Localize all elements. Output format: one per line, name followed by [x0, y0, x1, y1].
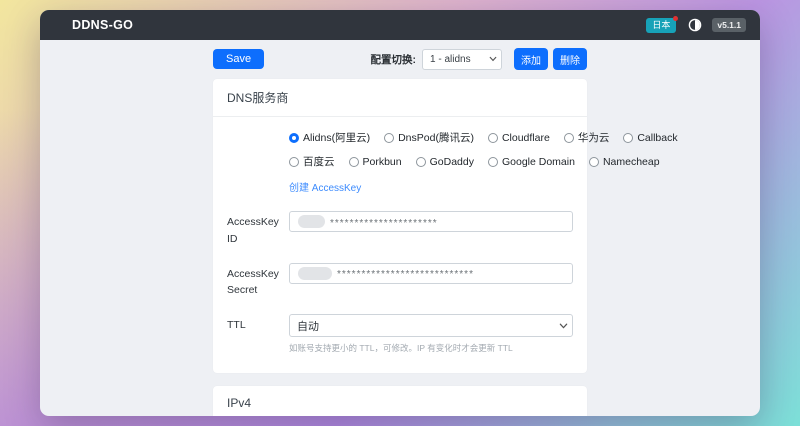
provider-radio-row-1: Alidns(阿里云) DnsPod(腾讯云) Cloudflare 华为云 C…: [289, 130, 678, 145]
config-switch-label: 配置切换:: [370, 53, 417, 66]
ipv4-card-title: IPv4: [213, 386, 587, 416]
radio-provider-godaddy[interactable]: GoDaddy: [415, 155, 474, 168]
titlebar: DDNS-GO 日本 v5.1.1: [40, 10, 760, 40]
app-title: DDNS-GO: [72, 18, 134, 32]
radio-label: 百度云: [303, 156, 335, 168]
radio-label: DnsPod(腾讯云): [398, 132, 474, 144]
contrast-icon: [689, 18, 702, 32]
radio-provider-huawei[interactable]: 华为云: [563, 130, 610, 145]
notification-dot-icon: [673, 15, 679, 21]
radio-label: Porkbun: [362, 155, 402, 168]
accesskey-secret-value: ****************************: [337, 269, 474, 281]
accesskey-id-value: **********************: [330, 217, 438, 229]
create-accesskey-link[interactable]: 创建 AccessKey: [289, 183, 361, 194]
chevron-down-icon: [489, 55, 497, 63]
theme-toggle-button[interactable]: [688, 18, 702, 32]
radio-icon: [563, 132, 574, 143]
accesskey-secret-input[interactable]: ****************************: [289, 262, 573, 284]
version-badge: v5.1.1: [712, 17, 746, 33]
accesskey-id-label: AccessKey ID: [227, 216, 279, 245]
provider-label-spacer: [227, 130, 289, 196]
radio-provider-dnspod[interactable]: DnsPod(腾讯云): [384, 130, 474, 145]
radio-label: Callback: [637, 131, 678, 144]
radio-provider-baidu[interactable]: 百度云: [289, 154, 335, 169]
language-badge[interactable]: 日本: [646, 15, 679, 33]
ttl-label: TTL: [227, 319, 246, 332]
radio-icon: [487, 132, 498, 143]
toolbar: Save 配置切换: 1 - alidns 添加 删除: [213, 48, 587, 70]
radio-icon: [415, 156, 426, 167]
delete-config-button[interactable]: 删除: [553, 48, 587, 70]
radio-label: Alidns(阿里云): [303, 132, 371, 144]
ipv4-card: IPv4 是否启用 ✓ 获取 IP 方式: [213, 386, 587, 416]
chevron-down-icon: [559, 321, 568, 330]
main-content: Save 配置切换: 1 - alidns 添加 删除 DNS服务商 Alidn…: [40, 40, 760, 416]
radio-icon: [588, 156, 599, 167]
config-select[interactable]: 1 - alidns: [422, 48, 502, 70]
add-config-button[interactable]: 添加: [514, 48, 548, 70]
radio-provider-cloudflare[interactable]: Cloudflare: [487, 131, 550, 144]
radio-label: Google Domain: [501, 155, 575, 168]
radio-icon: [384, 132, 395, 143]
masked-prefix: [298, 266, 332, 280]
provider-radio-row-2: 百度云 Porkbun GoDaddy Google Domain Namech…: [289, 154, 660, 169]
dns-card-title: DNS服务商: [213, 79, 587, 117]
dns-provider-card: DNS服务商 Alidns(阿里云) DnsPod(腾讯云) Cloudflar…: [213, 79, 678, 374]
accesskey-id-input[interactable]: **********************: [289, 211, 573, 232]
radio-label: GoDaddy: [429, 155, 474, 168]
app-window: DDNS-GO 日本 v5.1.1 Save 配置切换: 1 - alidns: [40, 10, 760, 416]
radio-icon: [487, 156, 498, 167]
radio-provider-alidns[interactable]: Alidns(阿里云): [289, 130, 370, 145]
config-select-value: 1 - alidns: [430, 53, 471, 65]
save-button[interactable]: Save: [213, 49, 265, 69]
ttl-select-value: 自动: [297, 320, 319, 333]
radio-provider-porkbun[interactable]: Porkbun: [348, 155, 402, 168]
radio-provider-google-domain[interactable]: Google Domain: [487, 155, 575, 168]
accesskey-secret-label: AccessKey Secret: [227, 267, 279, 297]
radio-label: Cloudflare: [501, 131, 550, 144]
language-badge-label: 日本: [652, 19, 671, 30]
radio-icon: [623, 132, 634, 143]
radio-provider-callback[interactable]: Callback: [623, 131, 678, 144]
ttl-help-text: 如账号支持更小的 TTL，可修改。IP 有变化时才会更新 TTL: [289, 343, 513, 354]
radio-icon: [348, 156, 359, 167]
radio-checked-icon: [289, 132, 299, 143]
radio-label: Namecheap: [602, 155, 660, 168]
radio-provider-namecheap[interactable]: Namecheap: [588, 155, 660, 168]
masked-prefix: [298, 215, 325, 228]
radio-label: 华为云: [577, 132, 610, 144]
ttl-select[interactable]: 自动: [289, 314, 573, 338]
radio-icon: [289, 156, 299, 167]
